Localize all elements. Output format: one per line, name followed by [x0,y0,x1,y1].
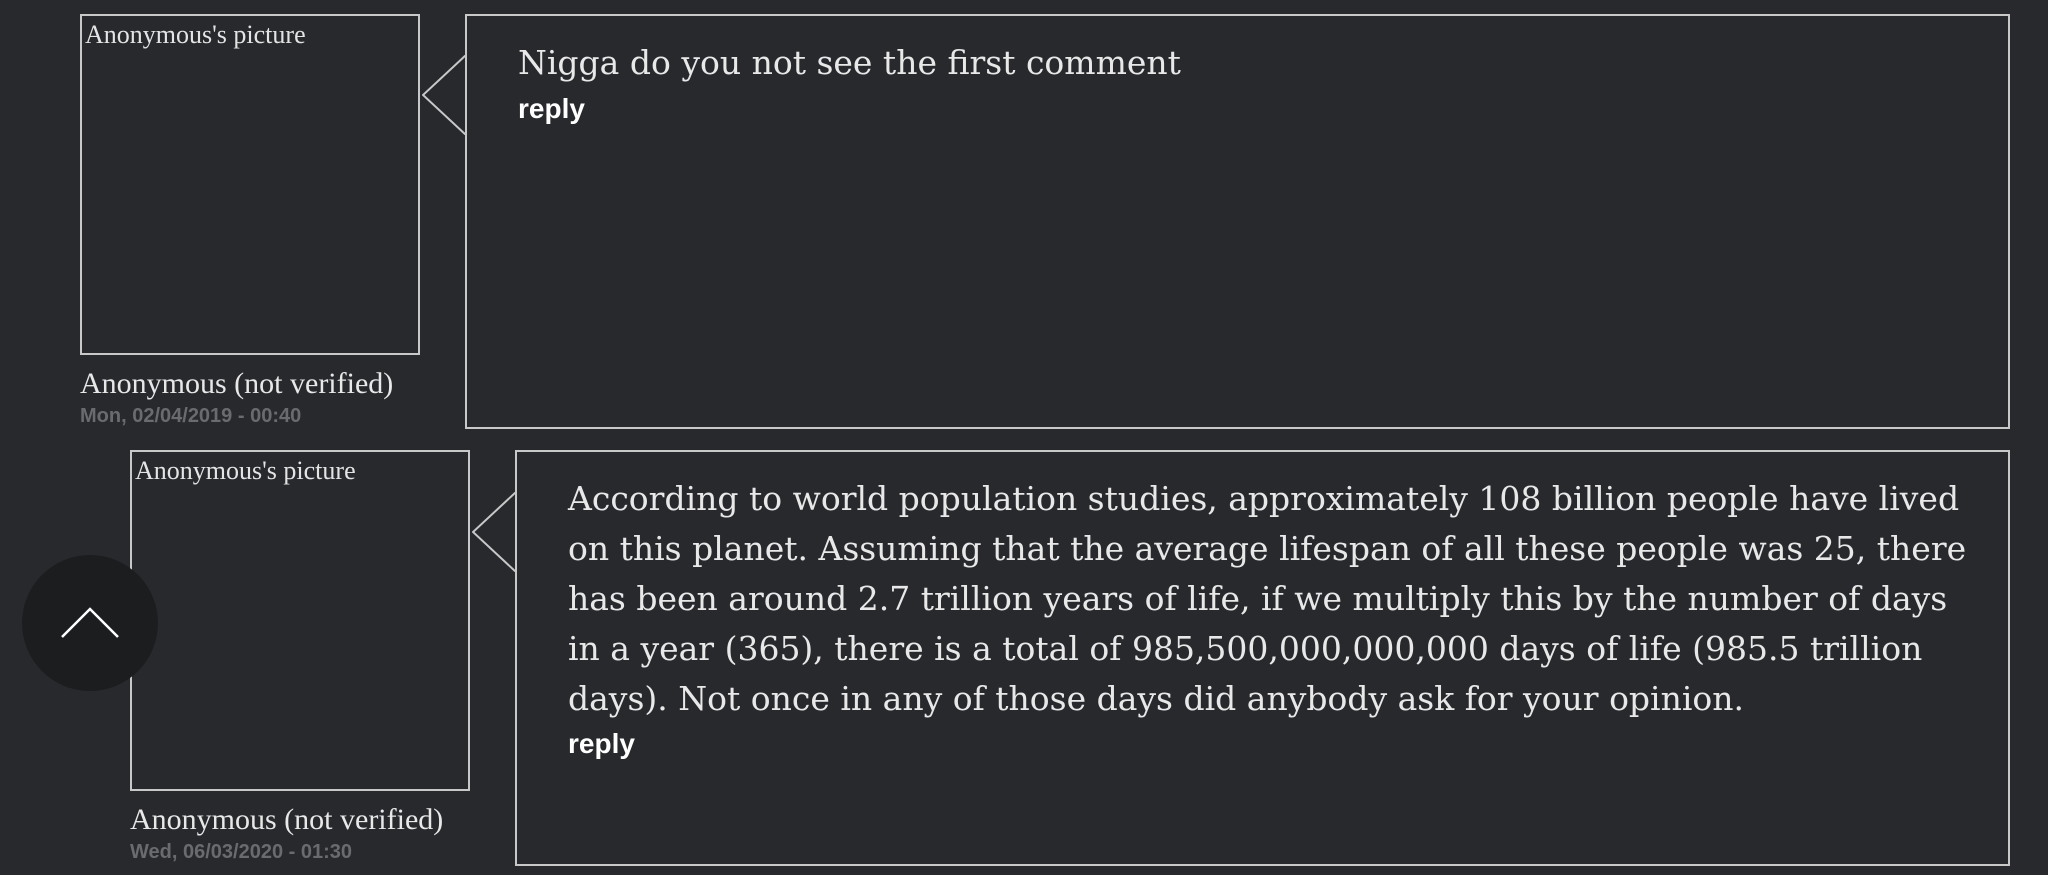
reply-link[interactable]: reply [568,728,635,760]
comment-body: Nigga do you not see the first comment [518,43,1181,82]
comment-date: Wed, 06/03/2020 - 01:30 [130,841,352,863]
comment-author: Anonymous (not verified) [80,367,394,400]
comment-author: Anonymous (not verified) [130,803,444,836]
back-to-top-button[interactable] [22,555,158,691]
comment-body: According to world population studies, a… [568,479,1967,718]
reply-link[interactable]: reply [518,93,585,125]
comment-bubble: Nigga do you not see the first comment r… [465,14,2010,429]
avatar: Anonymous's picture [80,14,420,355]
speech-pointer [422,55,466,135]
avatar-alt-text: Anonymous's picture [85,20,306,49]
avatar: Anonymous's picture [130,450,470,791]
chevron-up-icon [61,607,119,638]
comment-bubble: According to world population studies, a… [515,450,2010,866]
comment-date: Mon, 02/04/2019 - 00:40 [80,405,302,427]
speech-pointer [472,492,516,572]
avatar-alt-text: Anonymous's picture [135,456,356,485]
